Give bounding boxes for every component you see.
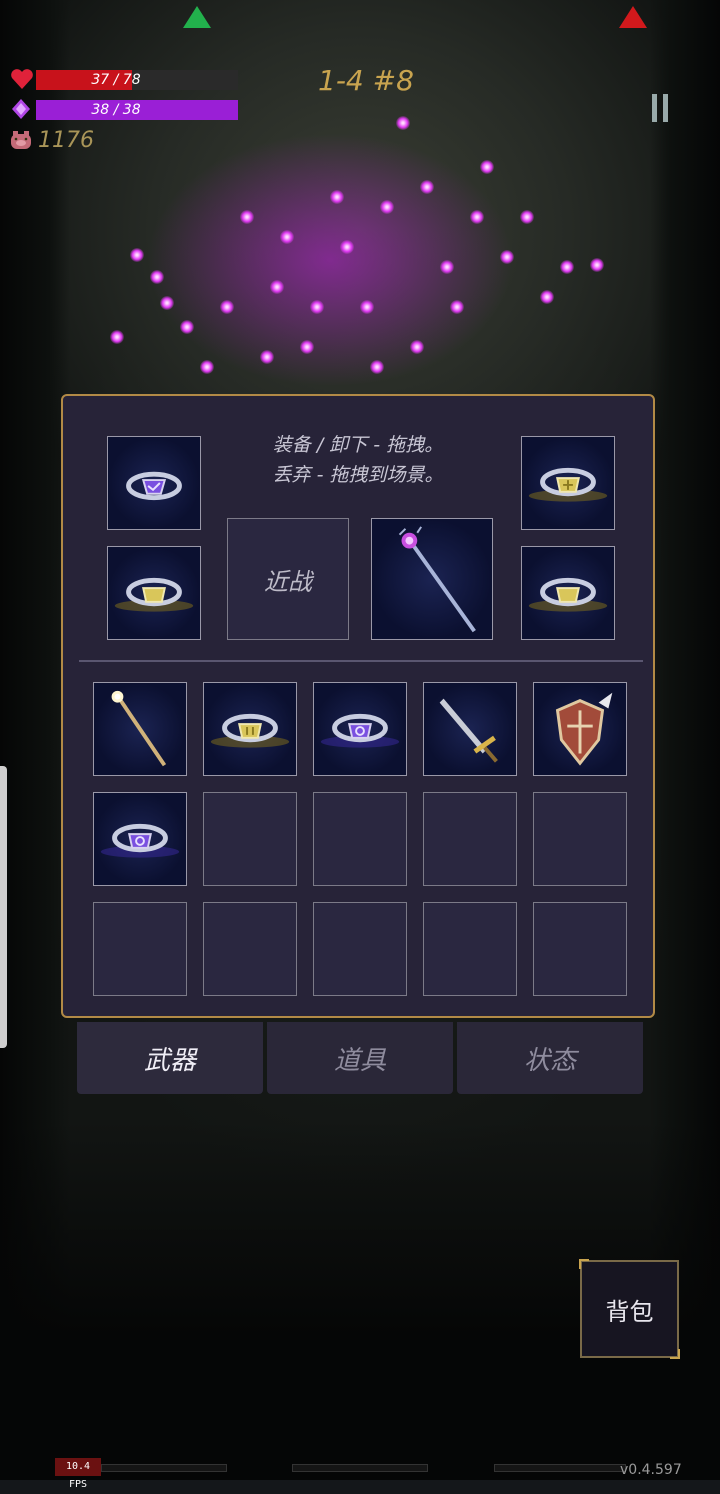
inventory-hint: 装备 / 卸下 - 拖拽。 丢弃 - 拖拽到场景。 [213, 430, 503, 490]
magic-particle [370, 360, 384, 374]
melee-weapon-slot[interactable]: 近战 [227, 518, 349, 640]
equip-slot-ring-2[interactable] [107, 546, 201, 640]
equip-slot-ring-3[interactable] [521, 436, 615, 530]
magic-particle [330, 190, 344, 204]
inventory-slot[interactable] [93, 902, 187, 996]
hp-text: 37 / 78 [91, 72, 141, 88]
debug-track-1 [101, 1464, 227, 1472]
magic-particle [560, 260, 574, 274]
inventory-slot[interactable] [533, 682, 627, 776]
magic-particle [450, 300, 464, 314]
pause-icon [652, 94, 657, 122]
mana-gem-icon [12, 99, 30, 119]
inventory-slot[interactable] [423, 682, 517, 776]
magic-particle [130, 248, 144, 262]
debug-track-3 [494, 1464, 626, 1472]
inventory-panel: 装备 / 卸下 - 拖拽。 丢弃 - 拖拽到场景。 近战 [61, 394, 655, 1018]
magic-particle [540, 290, 554, 304]
magic-particle [470, 210, 484, 224]
hint-drop: 丢弃 - 拖拽到场景。 [272, 464, 444, 486]
fps-counter: 10.4 FPS [55, 1458, 101, 1490]
magic-particle [150, 270, 164, 284]
tab-items[interactable]: 道具 [267, 1022, 453, 1094]
tab-weapons[interactable]: 武器 [77, 1022, 263, 1094]
ring-gold-icon [528, 577, 608, 612]
magic-particle [480, 160, 494, 174]
magic-particle [310, 300, 324, 314]
inventory-slot[interactable] [313, 792, 407, 886]
melee-label: 近战 [264, 567, 312, 596]
inventory-tabs: 武器 道具 状态 [77, 1022, 643, 1094]
magic-particle [520, 210, 534, 224]
magic-particle [220, 300, 234, 314]
magic-particle [340, 240, 354, 254]
shield-icon [555, 692, 613, 766]
mp-text: 38 / 38 [91, 102, 141, 118]
inventory-slot[interactable] [313, 682, 407, 776]
inventory-slot[interactable] [423, 902, 517, 996]
tab-status[interactable]: 状态 [457, 1022, 643, 1094]
magic-particle [110, 330, 124, 344]
red-marker-icon [619, 6, 647, 28]
magic-particle [410, 340, 424, 354]
magic-particle [280, 230, 294, 244]
magic-particle [420, 180, 434, 194]
stage-label: 1-4 #8 [318, 64, 414, 97]
inventory-slot[interactable] [533, 792, 627, 886]
hp-bar: 37 / 78 [36, 70, 238, 90]
magic-particle [360, 300, 374, 314]
magic-particle [240, 210, 254, 224]
backpack-label: 背包 [605, 1297, 654, 1326]
inventory-slot[interactable] [533, 902, 627, 996]
magic-particle [396, 116, 410, 130]
sword-icon [439, 698, 498, 763]
pause-button[interactable] [648, 94, 674, 126]
inventory-slot[interactable] [313, 902, 407, 996]
backpack-button[interactable]: 背包 [579, 1259, 680, 1359]
wand-icon [111, 690, 167, 767]
magic-particle [500, 250, 514, 264]
magic-particle [300, 340, 314, 354]
inventory-slot[interactable] [203, 902, 297, 996]
inventory-slot[interactable] [203, 792, 297, 886]
equip-slot-ring-4[interactable] [521, 546, 615, 640]
ring-gold-icon [210, 713, 290, 748]
version-label: v0.4.597 [620, 1462, 682, 1478]
ring-purple-icon [126, 471, 182, 501]
debug-track-2 [292, 1464, 428, 1472]
mp-bar: 38 / 38 [36, 100, 238, 120]
heart-icon [11, 69, 33, 89]
magic-particle [260, 350, 274, 364]
coin-count: 1176 [38, 128, 94, 153]
ranged-weapon-slot[interactable] [371, 518, 493, 640]
green-marker-icon [183, 6, 211, 28]
ring-gold-icon [528, 467, 608, 502]
ring-purple-icon [100, 823, 180, 858]
inventory-slot[interactable] [423, 792, 517, 886]
magic-particle [270, 280, 284, 294]
ring-purple-icon [320, 713, 400, 748]
ring-gold-icon [114, 577, 194, 612]
staff-icon [398, 526, 476, 633]
magic-particle [380, 200, 394, 214]
magic-particle [160, 296, 174, 310]
magic-particle [180, 320, 194, 334]
inventory-slot[interactable] [203, 682, 297, 776]
magic-particle [590, 258, 604, 272]
hint-equip: 装备 / 卸下 - 拖拽。 [272, 434, 444, 456]
inventory-slot[interactable] [93, 792, 187, 886]
magic-particle [200, 360, 214, 374]
inventory-slot[interactable] [93, 682, 187, 776]
pig-coin-icon [11, 131, 31, 149]
panel-divider [79, 660, 643, 662]
side-drawer-handle[interactable] [0, 766, 7, 1048]
equip-slot-ring-1[interactable] [107, 436, 201, 530]
magic-particle [440, 260, 454, 274]
